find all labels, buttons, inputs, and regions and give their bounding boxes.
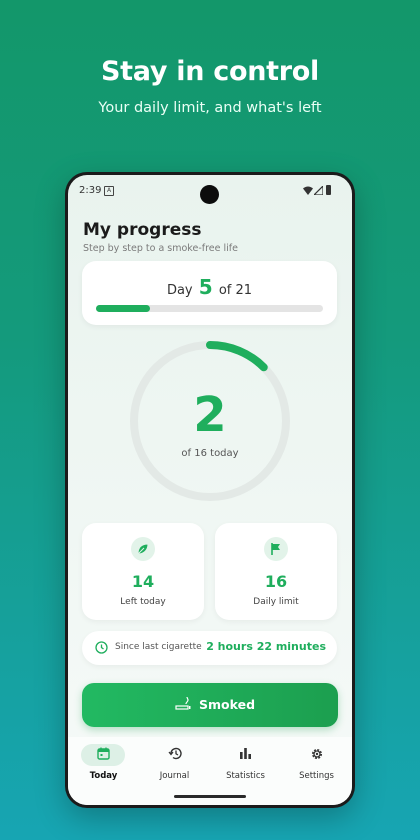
nav-label-statistics: Statistics [226,771,265,781]
daily-limit-label: Daily limit [253,597,299,607]
since-last-label: Since last cigarette [115,642,202,652]
today-count: 2 [193,387,227,443]
day-progress-text: Day 5 of 21 [82,275,337,299]
nav-item-today[interactable]: Today [68,737,139,797]
page-title: My progress [83,220,202,240]
flag-icon [264,537,288,561]
left-today-value: 14 [131,572,155,591]
smoked-button-label: Smoked [199,697,256,712]
day-suffix: of 21 [218,283,253,298]
promo-headline: Stay in control [101,56,319,87]
status-time: 2:39 [79,185,102,196]
bar-chart-icon [240,748,251,759]
signal-icon [314,186,323,195]
status-bar: 2:39 A [68,175,352,205]
daily-limit-card: 16 Daily limit [215,523,337,620]
day-prefix: Day [166,283,193,298]
battery-icon [326,185,331,195]
gear-icon [311,748,323,760]
wifi-icon [303,186,313,195]
clock-icon [95,641,108,654]
nav-item-journal[interactable]: Journal [139,737,210,797]
cigarette-icon [175,697,191,710]
since-last-value: 2 hours 22 minutes [206,640,326,653]
left-today-label: Left today [120,597,166,607]
smoked-button[interactable]: Smoked [82,683,338,727]
leaf-icon [131,537,155,561]
phone-frame: 2:39 A My progress Step by step to a smo… [65,172,355,808]
promo-subline: Your daily limit, and what's left [98,100,322,116]
home-indicator [174,795,246,798]
day-progress-card: Day 5 of 21 [82,261,337,325]
history-icon [168,747,182,760]
day-number: 5 [198,275,213,299]
camera-cutout [200,185,219,204]
today-count-caption: of 16 today [181,448,239,459]
nav-item-settings[interactable]: Settings [281,737,352,797]
nav-label-today: Today [89,771,118,781]
notification-a-icon: A [104,186,114,196]
day-progress-fill [96,305,151,312]
day-progress-bar [96,305,323,312]
page-subtitle: Step by step to a smoke-free life [83,243,238,254]
app-screen: 2:39 A My progress Step by step to a smo… [68,175,352,805]
daily-limit-value: 16 [264,572,288,591]
nav-label-journal: Journal [159,771,190,781]
nav-item-statistics[interactable]: Statistics [210,737,281,797]
left-today-card: 14 Left today [82,523,204,620]
since-last-cigarette-card: Since last cigarette 2 hours 22 minutes [82,631,337,665]
nav-label-settings: Settings [299,771,334,781]
calendar-icon [97,747,110,760]
